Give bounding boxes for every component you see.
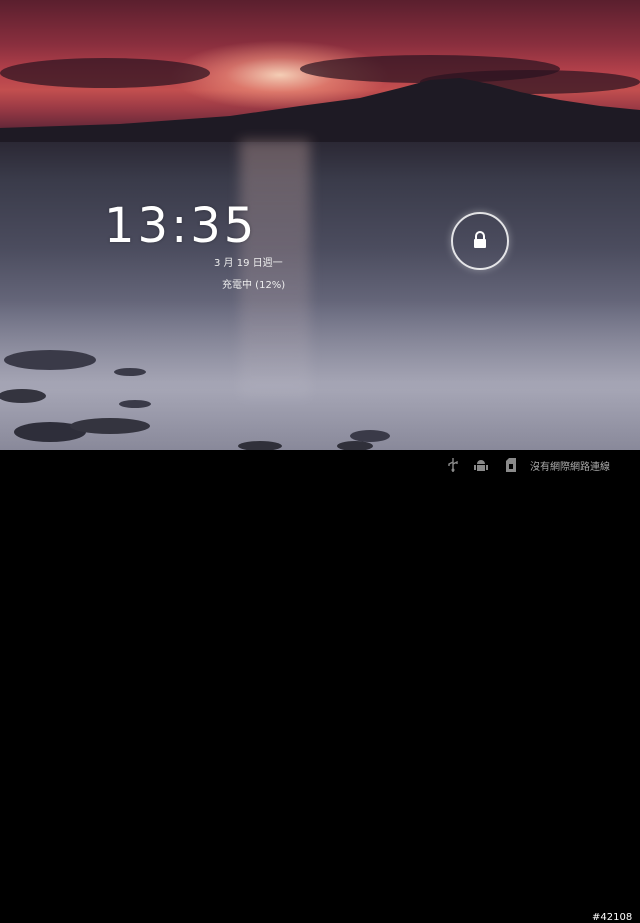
unlock-button[interactable] (451, 212, 509, 270)
charging-status: 充電中 (12%) (222, 280, 286, 291)
lockscreen-wallpaper (0, 0, 640, 450)
shore-rocks (0, 350, 390, 450)
system-status-bar: 沒有網際網路連線 #42108 (0, 450, 640, 923)
sd-card-icon (506, 458, 516, 472)
lockscreen-clock: 13:35 (104, 198, 258, 254)
network-status-text: 沒有網際網路連線 (530, 462, 610, 473)
lock-icon (474, 231, 486, 248)
usb-icon (448, 458, 458, 472)
watermark-id: #42108 (592, 912, 633, 923)
lockscreen-date: 3 月 19 日週一 (214, 258, 283, 269)
android-debug-icon (474, 460, 488, 471)
